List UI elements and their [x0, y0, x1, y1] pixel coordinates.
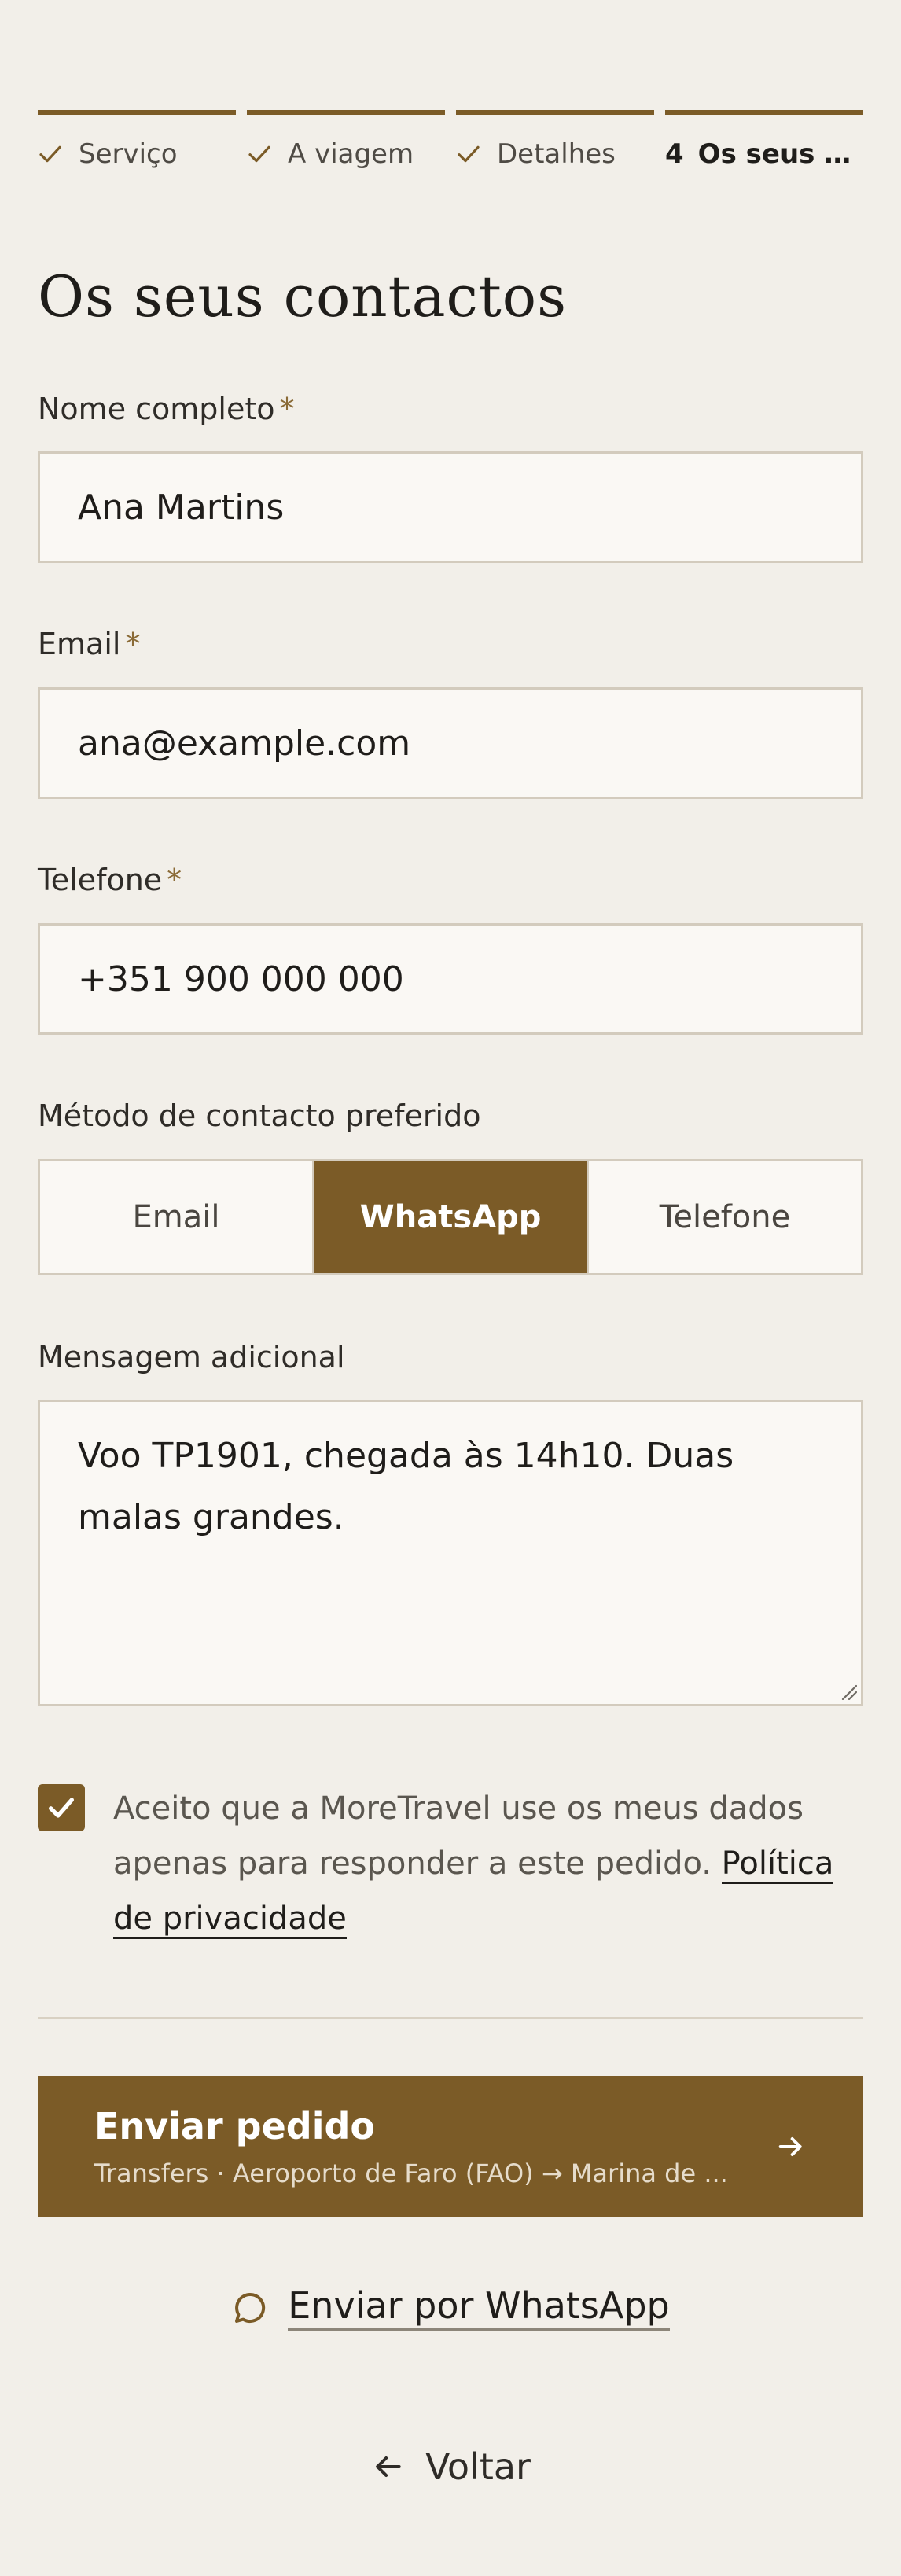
whatsapp-send-button[interactable]: Enviar por WhatsApp	[0, 2284, 901, 2331]
page-title: Os seus contactos	[38, 263, 568, 329]
message-textarea[interactable]: Voo TP1901, chegada às 14h10. Duas malas…	[38, 1400, 863, 1706]
phone-input[interactable]	[38, 923, 863, 1035]
arrow-left-icon	[376, 2456, 401, 2478]
submit-request-button[interactable]: Enviar pedido Transfers · Aeroporto de F…	[38, 2076, 863, 2217]
check-icon	[248, 145, 270, 163]
step-label: Serviço	[79, 138, 178, 170]
step-details[interactable]: Detalhes	[456, 110, 654, 170]
step-trip[interactable]: A viagem	[247, 110, 445, 170]
resize-grip-icon[interactable]	[840, 1683, 857, 1700]
consent-checkbox[interactable]	[38, 1784, 85, 1831]
check-icon	[458, 145, 480, 163]
page: Serviço A viagem Detalhes 4 Os seus co..…	[0, 0, 901, 2576]
progress-stepper: Serviço A viagem Detalhes 4 Os seus co..…	[38, 110, 863, 170]
contact-option-email[interactable]: Email	[40, 1161, 314, 1273]
contact-method-selector: Email WhatsApp Telefone	[38, 1159, 863, 1275]
submit-text-group: Enviar pedido Transfers · Aeroporto de F…	[94, 2105, 739, 2188]
required-mark: *	[167, 863, 182, 897]
email-input[interactable]	[38, 687, 863, 799]
step-contacts: 4 Os seus co...	[665, 110, 863, 170]
check-icon	[39, 145, 61, 163]
contact-option-whatsapp[interactable]: WhatsApp	[314, 1161, 589, 1273]
email-label: Email *	[38, 627, 141, 661]
divider	[38, 2017, 863, 2019]
required-mark: *	[279, 392, 295, 426]
step-label: A viagem	[288, 138, 414, 170]
step-number: 4	[665, 138, 684, 170]
required-mark: *	[125, 627, 141, 661]
step-label: Detalhes	[497, 138, 616, 170]
name-label: Nome completo *	[38, 392, 295, 426]
phone-label: Telefone *	[38, 863, 182, 897]
check-icon	[49, 1798, 75, 1818]
whatsapp-label: Enviar por WhatsApp	[288, 2284, 670, 2331]
submit-label: Enviar pedido	[94, 2105, 376, 2147]
consent-text: Aceito que a MoreTravel use os meus dado…	[113, 1781, 863, 1946]
message-label: Mensagem adicional	[38, 1340, 345, 1374]
arrow-right-icon	[778, 2137, 802, 2156]
consent-row: Aceito que a MoreTravel use os meus dado…	[38, 1781, 863, 1946]
contact-method-label: Método de contacto preferido	[38, 1098, 481, 1133]
contact-option-phone[interactable]: Telefone	[589, 1161, 861, 1273]
back-label: Voltar	[425, 2445, 531, 2488]
back-button[interactable]: Voltar	[0, 2445, 901, 2488]
submit-summary: Transfers · Aeroporto de Faro (FAO) → Ma…	[94, 2158, 728, 2188]
step-service[interactable]: Serviço	[38, 110, 236, 170]
full-name-input[interactable]	[38, 451, 863, 563]
step-label: Os seus co...	[697, 138, 863, 170]
chat-bubble-icon	[235, 2292, 266, 2323]
